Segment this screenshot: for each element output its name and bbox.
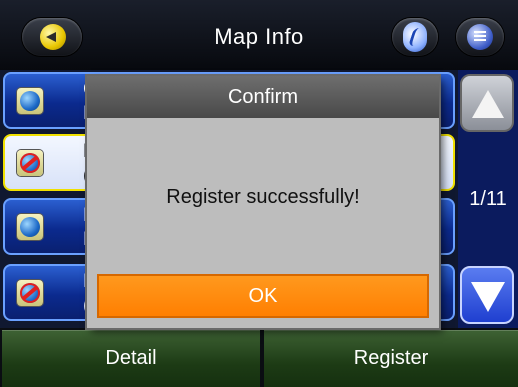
navigation-button[interactable] [392,18,438,56]
register-button[interactable]: Register [264,330,518,387]
menu-button[interactable] [456,18,504,56]
globe-icon [17,88,43,114]
scroll-down-icon[interactable] [460,266,514,324]
globe-icon [17,214,43,240]
page-indicator: 1/11 [469,188,507,210]
navigation-logo-icon [403,22,427,52]
header-bar: Map Info [0,0,518,70]
ok-button[interactable]: OK [97,274,429,318]
scroll-column: 1/11 [458,70,518,328]
dialog-title: Confirm [87,76,439,118]
detail-button[interactable]: Detail [2,330,260,387]
globe-blocked-icon [17,280,43,306]
bottom-bar: Detail Register [0,328,518,387]
confirm-dialog: Confirm Register successfully! OK [87,76,439,328]
scroll-up-icon[interactable] [460,74,514,132]
page-title: Map Info [214,24,304,49]
globe-blocked-icon [17,150,43,176]
dialog-message: Register successfully! [166,186,360,208]
menu-icon [467,24,493,50]
